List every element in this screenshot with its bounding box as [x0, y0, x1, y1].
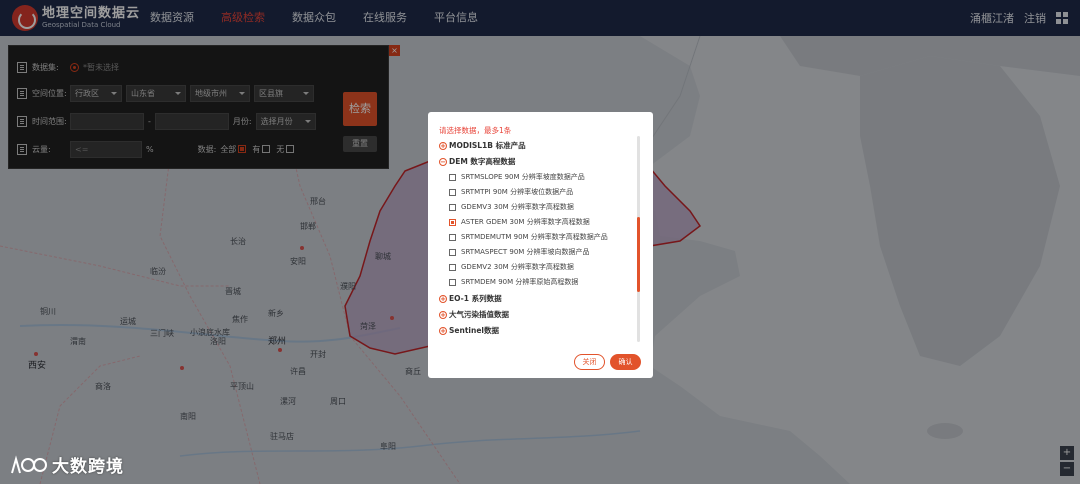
dataset-checkbox[interactable]	[449, 233, 456, 241]
category-air-pollution[interactable]: + 大气污染插值数据	[439, 309, 509, 320]
dataset-checkbox[interactable]	[449, 278, 456, 286]
category-label: 大气污染插值数据	[449, 310, 509, 319]
scrollbar-thumb[interactable]	[637, 217, 640, 292]
dataset-item[interactable]: GDEMV3 30M 分辨率数字高程数据	[449, 202, 574, 212]
category-sentinel[interactable]: + Sentinel数据	[439, 325, 499, 336]
watermark-logo-icon	[11, 454, 47, 473]
dataset-item[interactable]: SRTMTPI 90M 分辨率坡位数据产品	[449, 187, 573, 197]
dataset-item-label: GDEMV3 30M 分辨率数字高程数据	[461, 203, 574, 211]
dataset-checkbox[interactable]	[449, 173, 456, 181]
dataset-checkbox[interactable]	[449, 248, 456, 256]
expand-icon[interactable]: +	[439, 294, 447, 303]
dataset-item-label: SRTMSLOPE 90M 分辨率坡度数据产品	[461, 173, 585, 181]
dataset-select-dialog: 请选择数据，最多1条 + MODISL1B 标准产品 − DEM 数字高程数据 …	[428, 112, 653, 378]
watermark-text: 大数跨境	[52, 457, 124, 477]
close-button[interactable]: 关闭	[574, 354, 605, 370]
dataset-checkbox[interactable]	[449, 218, 456, 226]
category-label: Sentinel数据	[449, 326, 499, 335]
category-modis[interactable]: + MODISL1B 标准产品	[439, 140, 526, 151]
dataset-item[interactable]: SRTMSLOPE 90M 分辨率坡度数据产品	[449, 172, 585, 182]
confirm-button[interactable]: 确认	[610, 354, 641, 370]
expand-icon[interactable]: +	[439, 141, 447, 150]
dataset-item-label: SRTMTPI 90M 分辨率坡位数据产品	[461, 188, 574, 196]
collapse-icon[interactable]: −	[439, 157, 447, 166]
dataset-item[interactable]: ASTER GDEM 30M 分辨率数字高程数据	[449, 217, 590, 227]
category-dem[interactable]: − DEM 数字高程数据	[439, 156, 515, 167]
dataset-item[interactable]: SRTMDEMUTM 90M 分辨率数字高程数据产品	[449, 232, 608, 242]
category-label: DEM 数字高程数据	[449, 157, 516, 166]
dataset-checkbox[interactable]	[449, 188, 456, 196]
dataset-item-label: GDEMV2 30M 分辨率数字高程数据	[461, 263, 574, 271]
category-label: MODISL1B 标准产品	[449, 141, 526, 150]
dataset-item[interactable]: SRTMASPECT 90M 分辨率坡向数据产品	[449, 247, 590, 257]
dataset-checkbox[interactable]	[449, 203, 456, 211]
watermark: 大数跨境	[10, 452, 124, 477]
dialog-tip: 请选择数据，最多1条	[439, 126, 512, 135]
category-label: EO-1 系列数据	[449, 294, 502, 303]
dataset-checkbox[interactable]	[449, 263, 456, 271]
expand-icon[interactable]: +	[439, 326, 447, 335]
dataset-item-label: SRTMDEM 90M 分辨率原始高程数据	[461, 278, 579, 286]
dataset-tree: + MODISL1B 标准产品 − DEM 数字高程数据 SRTMSLOPE 9…	[428, 138, 646, 344]
expand-icon[interactable]: +	[439, 310, 447, 319]
category-eo1[interactable]: + EO-1 系列数据	[439, 293, 502, 304]
dataset-item[interactable]: SRTMDEM 90M 分辨率原始高程数据	[449, 277, 578, 287]
dataset-item-label: SRTMASPECT 90M 分辨率坡向数据产品	[461, 248, 590, 256]
dataset-item[interactable]: GDEMV2 30M 分辨率数字高程数据	[449, 262, 574, 272]
dataset-item-label: ASTER GDEM 30M 分辨率数字高程数据	[461, 218, 590, 226]
dataset-item-label: SRTMDEMUTM 90M 分辨率数字高程数据产品	[461, 233, 608, 241]
